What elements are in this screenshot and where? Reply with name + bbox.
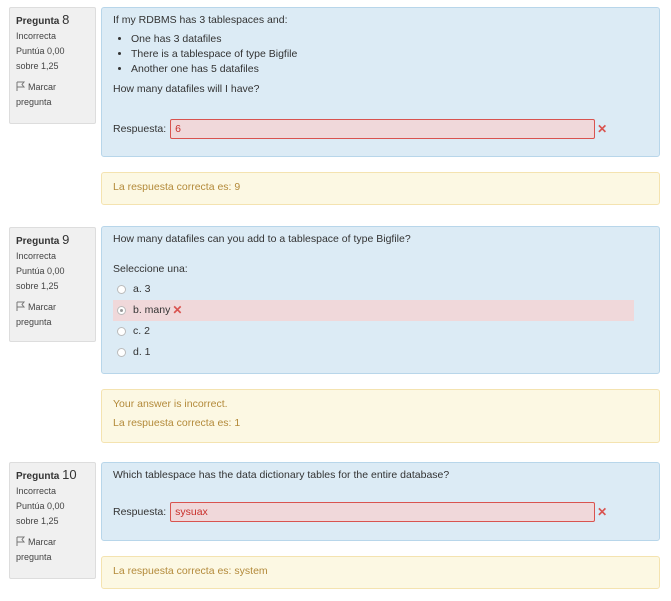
question-feedback: Your answer is incorrect. La respuesta c…: [101, 389, 660, 443]
answer-input[interactable]: 6: [170, 119, 596, 139]
question-prompt: How many datafiles will I have?: [113, 83, 260, 95]
flag-icon: [16, 301, 26, 311]
correct-answer-text: La respuesta correcta es: 1: [113, 417, 241, 429]
question-content: If my RDBMS has 3 tablespaces and: One h…: [101, 7, 660, 157]
question-content: How many datafiles can you add to a tabl…: [101, 226, 660, 374]
list-item: Another one has 5 datafiles: [131, 62, 648, 77]
radio-button[interactable]: [117, 285, 126, 294]
option-d[interactable]: d. 1: [113, 342, 648, 363]
answer-label: Respuesta:: [113, 123, 167, 135]
cross-icon: ✕: [597, 122, 608, 136]
flag-question-link[interactable]: Marcar pregunta: [16, 535, 89, 565]
flag-icon: [16, 81, 26, 91]
question-score: Puntúa 0,00 sobre 1,25: [16, 46, 65, 71]
option-label: a. 3: [133, 283, 151, 295]
answer-label: Respuesta:: [113, 506, 167, 518]
flag-question-link[interactable]: Marcar pregunta: [16, 80, 89, 110]
question-feedback: La respuesta correcta es: system: [101, 556, 660, 589]
list-item: One has 3 datafiles: [131, 32, 648, 47]
cross-icon: ✕: [172, 303, 183, 317]
question-text: If my RDBMS has 3 tablespaces and:: [113, 14, 288, 26]
radio-button-selected[interactable]: [117, 306, 126, 315]
question-info: Pregunta 9 Incorrecta Puntúa 0,00 sobre …: [9, 227, 96, 342]
radio-button[interactable]: [117, 327, 126, 336]
option-c[interactable]: c. 2: [113, 321, 648, 342]
question-score: Puntúa 0,00 sobre 1,25: [16, 501, 65, 526]
question-info: Pregunta 10 Incorrecta Puntúa 0,00 sobre…: [9, 462, 96, 579]
radio-button[interactable]: [117, 348, 126, 357]
question-text: Which tablespace has the data dictionary…: [113, 469, 450, 481]
list-item: There is a tablespace of type Bigfile: [131, 47, 648, 62]
question-number: Pregunta 10: [16, 467, 77, 482]
question-status: Incorrecta: [16, 251, 57, 261]
correct-answer-text: La respuesta correcta es: system: [113, 565, 268, 577]
flag-question-link[interactable]: Marcar pregunta: [16, 300, 89, 330]
question-list: One has 3 datafiles There is a tablespac…: [113, 32, 648, 77]
option-b[interactable]: b. many ✕: [113, 300, 634, 321]
question-number: Pregunta 9: [16, 232, 70, 247]
question-score: Puntúa 0,00 sobre 1,25: [16, 266, 65, 291]
option-label: b. many: [133, 304, 171, 316]
question-status: Incorrecta: [16, 31, 57, 41]
question-content: Which tablespace has the data dictionary…: [101, 462, 660, 541]
answer-row: Respuesta: sysuax ✕: [113, 502, 607, 522]
question-status: Incorrecta: [16, 486, 57, 496]
answer-options: a. 3 b. many ✕ c. 2 d. 1: [113, 279, 648, 363]
option-a[interactable]: a. 3: [113, 279, 648, 300]
answer-row: Respuesta: 6 ✕: [113, 119, 607, 139]
cross-icon: ✕: [597, 505, 608, 519]
flag-icon: [16, 536, 26, 546]
question-feedback: La respuesta correcta es: 9: [101, 172, 660, 205]
answer-input[interactable]: sysuax: [170, 502, 596, 522]
correct-answer-text: La respuesta correcta es: 9: [113, 181, 241, 193]
question-info: Pregunta 8 Incorrecta Puntúa 0,00 sobre …: [9, 7, 96, 124]
question-number: Pregunta 8: [16, 12, 70, 27]
incorrect-text: Your answer is incorrect.: [113, 398, 228, 410]
option-label: c. 2: [133, 325, 150, 337]
select-label: Seleccione una:: [113, 263, 188, 275]
question-text: How many datafiles can you add to a tabl…: [113, 233, 411, 245]
option-label: d. 1: [133, 346, 151, 358]
